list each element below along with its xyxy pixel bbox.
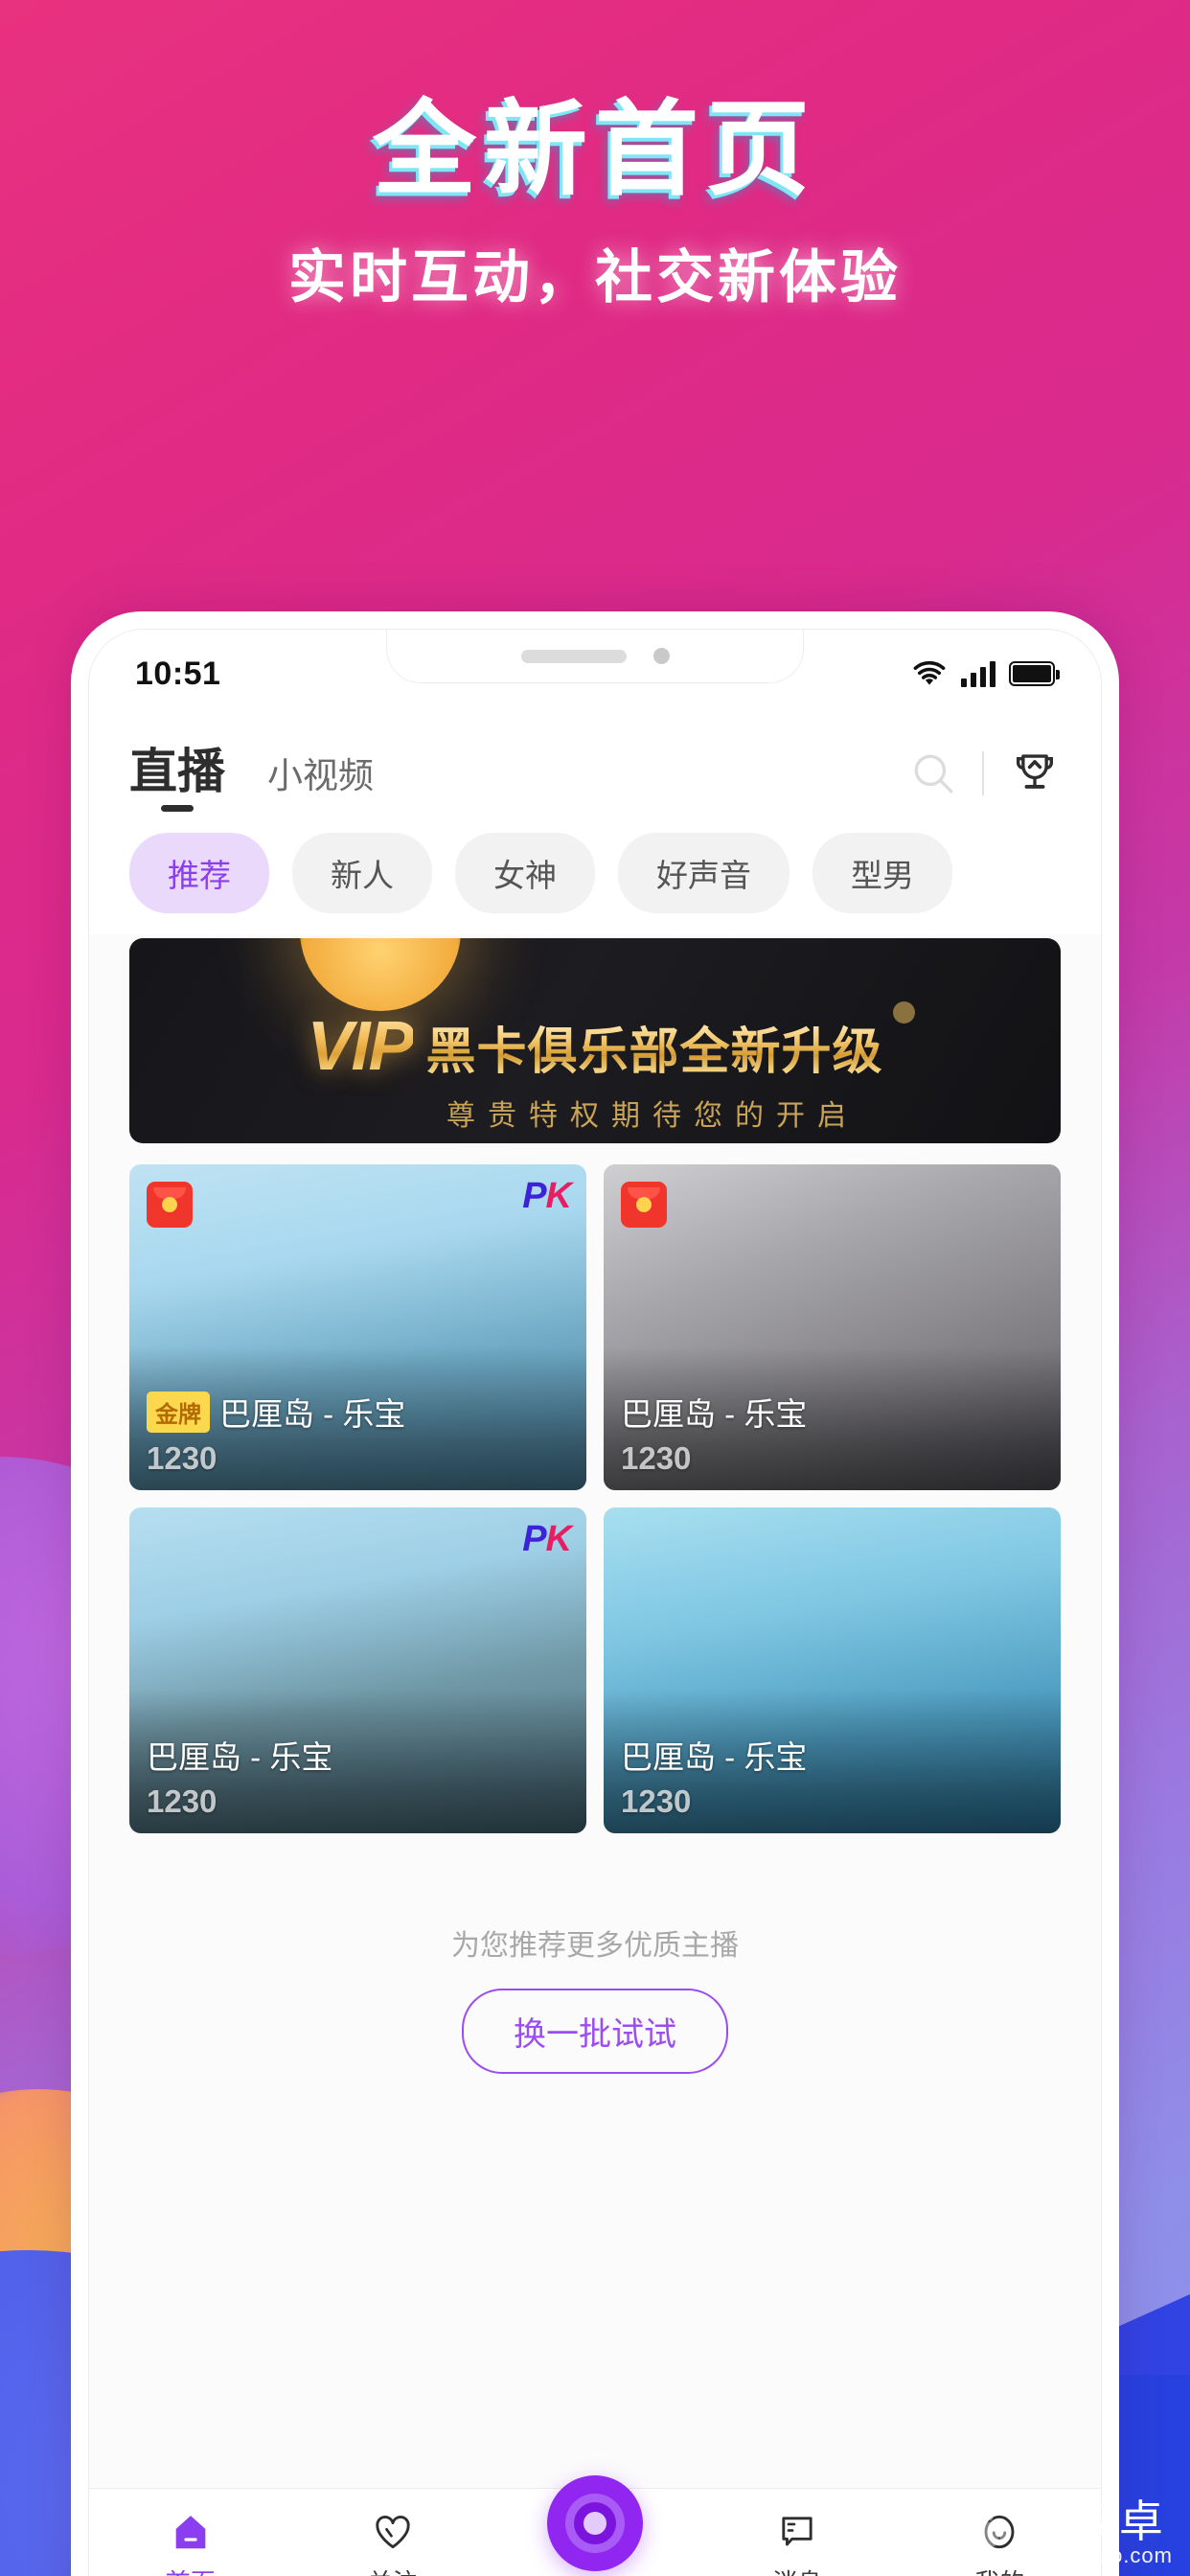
card-viewer-count: 1230 — [147, 1440, 217, 1476]
card-streamer-name: 巴厘岛 - 乐宝 — [147, 1739, 333, 1775]
nav-item-home[interactable]: 首页 — [89, 2508, 291, 2576]
nav-item-follow[interactable]: 关注 — [291, 2508, 493, 2576]
tab-live[interactable]: 直播 — [129, 733, 225, 814]
center-ring-outer — [565, 2494, 625, 2553]
heart-icon — [371, 2508, 415, 2556]
chip-goddess[interactable]: 女神 — [455, 833, 595, 913]
phone-notch — [386, 630, 804, 683]
site-watermark: 99安卓 99anzhuo.com — [954, 2496, 1173, 2567]
bottom-navigation-bar: 首页 关注 — [89, 2475, 1101, 2576]
card-viewer-count: 1230 — [621, 1783, 692, 1819]
pk-badge-icon: PK — [522, 1519, 572, 1559]
center-core — [584, 2512, 606, 2535]
home-icon — [169, 2508, 213, 2556]
speaker-grille-icon — [520, 649, 627, 663]
banner-headline-row: VIP 黑卡俱乐部全新升级 — [129, 1007, 1061, 1086]
card-title-row: 金牌 巴厘岛 - 乐宝 — [147, 1389, 569, 1435]
card-title-row: 巴厘岛 - 乐宝 — [147, 1732, 569, 1778]
vip-banner[interactable]: VIP 黑卡俱乐部全新升级 尊贵特权期待您的开启 — [129, 938, 1061, 1143]
gold-medal-badge: 金牌 — [147, 1391, 210, 1433]
chip-recommended[interactable]: 推荐 — [129, 833, 269, 913]
card-streamer-name: 巴厘岛 - 乐宝 — [621, 1396, 808, 1432]
front-camera-icon — [652, 648, 670, 664]
signal-bars-icon — [961, 660, 995, 687]
header-divider — [982, 751, 984, 795]
status-bar: 10:51 — [89, 630, 1101, 718]
battery-full-icon — [1009, 661, 1060, 686]
live-card[interactable]: PK 金牌 巴厘岛 - 乐宝 1230 — [129, 1164, 586, 1490]
tab-short-video[interactable]: 小视频 — [267, 747, 374, 798]
message-icon — [775, 2508, 819, 2556]
category-chip-row[interactable]: 推荐 新人 女神 好声音 型男 — [89, 821, 1101, 934]
recommend-section: 为您推荐更多优质主播 换一批试试 — [89, 1833, 1101, 2074]
header-actions — [909, 748, 1061, 799]
pk-badge-icon: PK — [522, 1176, 572, 1216]
card-streamer-name: 巴厘岛 - 乐宝 — [621, 1739, 808, 1775]
status-bar-time: 10:51 — [135, 655, 221, 692]
search-icon[interactable] — [909, 749, 957, 797]
card-info: 巴厘岛 - 乐宝 1230 — [621, 1389, 1043, 1477]
hero-section: 全新首页 实时互动，社交新体验 — [0, 88, 1190, 314]
hero-title: 全新首页 — [372, 91, 817, 207]
live-card[interactable]: 巴厘岛 - 乐宝 1230 — [604, 1164, 1061, 1490]
watermark-text: 99安卓 99anzhuo.com — [1022, 2496, 1173, 2567]
card-streamer-name: 巴厘岛 - 乐宝 — [219, 1396, 406, 1432]
live-broadcast-icon[interactable] — [547, 2475, 643, 2571]
status-bar-icons — [911, 660, 1060, 687]
chip-newcomer[interactable]: 新人 — [292, 833, 432, 913]
chip-good-voice[interactable]: 好声音 — [618, 833, 790, 913]
chip-handsome[interactable]: 型男 — [812, 833, 952, 913]
watermark-sub: 99anzhuo.com — [1022, 2542, 1173, 2567]
recommend-text: 为您推荐更多优质主播 — [451, 1930, 739, 1962]
card-title-row: 巴厘岛 - 乐宝 — [621, 1732, 1043, 1778]
banner-subline: 尊贵特权期待您的开启 — [446, 1100, 858, 1132]
card-info: 金牌 巴厘岛 - 乐宝 1230 — [147, 1389, 569, 1477]
hero-subtitle: 实时互动，社交新体验 — [288, 245, 902, 310]
header-tabs: 直播 小视频 — [129, 733, 909, 814]
card-title-row: 巴厘岛 - 乐宝 — [621, 1389, 1043, 1435]
live-card-grid: PK 金牌 巴厘岛 - 乐宝 1230 巴厘岛 - 乐宝 1230 PK 巴厘岛… — [89, 1143, 1101, 1833]
nav-item-messages[interactable]: 消息 — [697, 2508, 899, 2576]
card-viewer-count: 1230 — [147, 1783, 217, 1819]
live-card[interactable]: 巴厘岛 - 乐宝 1230 — [604, 1507, 1061, 1833]
red-envelope-icon — [147, 1182, 193, 1228]
trophy-icon[interactable] — [1009, 748, 1061, 799]
live-card[interactable]: PK 巴厘岛 - 乐宝 1230 — [129, 1507, 586, 1833]
nav-label-home: 首页 — [166, 2564, 216, 2576]
banner-glow-icon — [300, 938, 461, 1011]
card-viewer-count: 1230 — [621, 1440, 692, 1476]
card-info: 巴厘岛 - 乐宝 1230 — [147, 1732, 569, 1820]
nav-label-follow: 关注 — [368, 2564, 418, 2576]
phone-mockup: 10:51 直播 小视频 推荐 新人 女神 好声音 型男 VIP 黑卡俱乐部全新… — [71, 611, 1119, 2576]
wifi-icon — [911, 660, 948, 687]
banner-vip-label: VIP — [307, 1008, 414, 1085]
android-robot-icon — [954, 2502, 1014, 2562]
banner-headline: 黑卡俱乐部全新升级 — [426, 1011, 883, 1083]
banner-container: VIP 黑卡俱乐部全新升级 尊贵特权期待您的开启 — [89, 934, 1101, 1143]
phone-screen: 10:51 直播 小视频 推荐 新人 女神 好声音 型男 VIP 黑卡俱乐部全新… — [88, 629, 1102, 2576]
refresh-recommendations-button[interactable]: 换一批试试 — [462, 1989, 728, 2074]
red-envelope-icon — [621, 1182, 667, 1228]
center-ring-inner — [574, 2502, 616, 2544]
card-info: 巴厘岛 - 乐宝 1230 — [621, 1732, 1043, 1820]
nav-label-messages: 消息 — [772, 2564, 822, 2576]
watermark-main: 99安卓 — [1022, 2496, 1164, 2546]
app-header: 直播 小视频 — [89, 718, 1101, 821]
